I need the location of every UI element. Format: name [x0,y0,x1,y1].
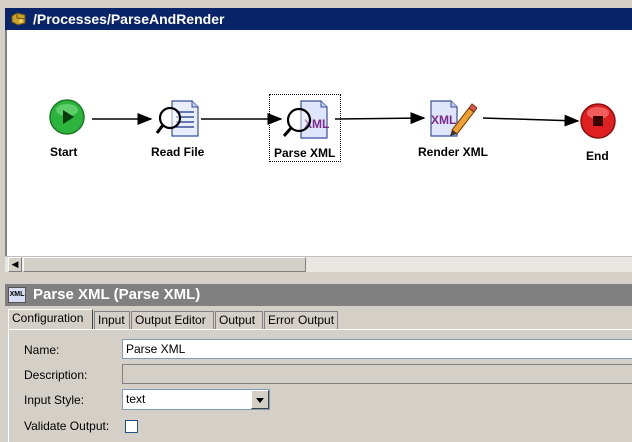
process-title-bar[interactable]: /Processes/ParseAndRender [5,8,632,30]
node-label-end: End [586,149,609,163]
xml-icon: XML [8,287,26,303]
process-canvas[interactable]: Start Read File XML Parse XML XML Render… [5,30,632,272]
node-render-xml[interactable]: XML Render XML [411,98,491,166]
properties-title-bar[interactable]: XML Parse XML (Parse XML) [5,284,632,306]
svg-text:XML: XML [431,113,456,127]
tab-output-editor[interactable]: Output Editor [131,311,214,329]
process-title: /Processes/ParseAndRender [33,11,225,27]
chevron-down-icon[interactable] [251,390,269,409]
node-read-file[interactable]: Read File [147,98,211,166]
end-stop-icon [580,103,616,139]
process-folder-icon [11,12,26,26]
read-file-icon [155,100,199,137]
render-xml-icon: XML [430,100,477,137]
input-style-select[interactable]: text [122,389,270,410]
validate-output-checkbox[interactable] [125,420,138,433]
tab-output[interactable]: Output [215,311,263,329]
tab-input[interactable]: Input [94,311,130,329]
validate-output-label: Validate Output: [24,419,110,433]
configuration-form: Name: Parse XML Description: Input Style… [8,329,632,442]
input-style-label: Input Style: [24,393,85,407]
node-end[interactable]: End [577,102,619,170]
arrow-renderxml-end [482,114,580,127]
name-label: Name: [24,343,60,357]
tab-error-output[interactable]: Error Output [264,311,338,329]
canvas-horizontal-scrollbar[interactable]: ◀ [5,256,632,272]
node-label-start: Start [50,145,78,159]
node-label-render-xml: Render XML [418,145,489,159]
name-field[interactable]: Parse XML [122,339,632,359]
input-style-value: text [126,392,146,406]
start-play-icon [49,99,85,135]
scroll-left-button[interactable]: ◀ [8,257,22,272]
description-field[interactable] [122,364,632,384]
parse-xml-icon: XML [282,100,329,139]
node-start[interactable]: Start [47,98,87,166]
node-label-parse-xml: Parse XML [274,146,336,160]
properties-title: Parse XML (Parse XML) [33,286,201,303]
node-label-read-file: Read File [151,145,205,159]
tab-configuration[interactable]: Configuration [8,309,93,330]
node-parse-xml[interactable]: XML Parse XML [269,94,341,162]
description-label: Description: [24,368,88,382]
scroll-thumb[interactable] [23,257,306,272]
